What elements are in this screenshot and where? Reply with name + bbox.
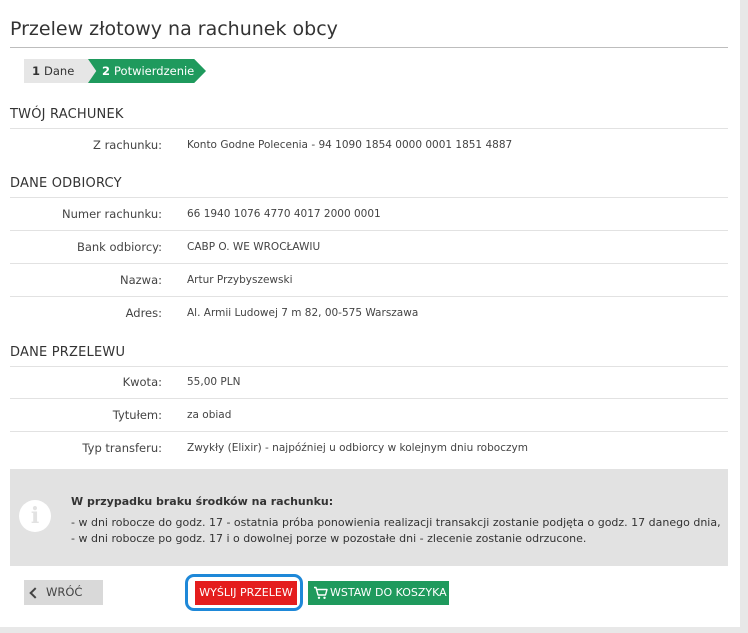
- step-number: 3: [220, 64, 229, 78]
- from-account-label: Z rachunku:: [93, 138, 162, 152]
- amount-label: Kwota:: [122, 375, 162, 389]
- back-button-label: WRÓĆ: [46, 585, 83, 599]
- title-divider: [10, 47, 728, 48]
- step-number: 2: [102, 64, 111, 78]
- recipient-name-value: Artur Przybyszewski: [187, 274, 293, 286]
- recipient-address-value: Al. Armii Ludowej 7 m 82, 00-575 Warszaw…: [187, 307, 419, 319]
- divider: [10, 197, 728, 198]
- cart-button-label: WSTAW DO KOSZYKA: [330, 586, 447, 599]
- info-line: - w dni robocze do godz. 17 - ostatnia p…: [71, 516, 721, 529]
- divider: [10, 230, 728, 231]
- from-account-value: Konto Godne Polecenia - 94 1090 1854 000…: [187, 139, 513, 151]
- title-value: za obiad: [187, 409, 232, 421]
- step-label: Dane: [44, 64, 75, 78]
- section-recipient: DANE ODBIORCY: [10, 176, 122, 191]
- title-label: Tytułem:: [112, 408, 162, 422]
- step-dane: 1 Dane: [24, 59, 96, 83]
- divider: [10, 398, 728, 399]
- recipient-bank-label: Bank odbiorcy:: [76, 240, 162, 254]
- recipient-bank-value: CABP O. WE WROCŁAWIU: [187, 241, 321, 253]
- cart-icon: [314, 586, 328, 599]
- info-title: W przypadku braku środków na rachunku:: [71, 495, 334, 508]
- divider: [10, 431, 728, 432]
- recipient-address-label: Adres:: [125, 306, 162, 320]
- transfer-confirmation-panel: Przelew złotowy na rachunek obcy 3 Koniec…: [0, 0, 740, 627]
- step-koniec: 3 Koniec: [202, 59, 293, 83]
- transfer-type-label: Typ transferu:: [82, 441, 162, 455]
- page-title: Przelew złotowy na rachunek obcy: [10, 18, 338, 40]
- amount-value: 55,00 PLN: [187, 376, 241, 388]
- send-button-label: WYŚLIJ PRZELEW: [199, 586, 293, 599]
- add-to-cart-button[interactable]: WSTAW DO KOSZYKA: [308, 581, 449, 605]
- back-button[interactable]: WRÓĆ: [24, 580, 103, 605]
- step-label: Potwierdzenie: [114, 64, 195, 78]
- divider: [10, 296, 728, 297]
- divider: [10, 263, 728, 264]
- recipient-name-label: Nazwa:: [119, 273, 162, 287]
- divider: [10, 128, 728, 129]
- section-transfer-details: DANE PRZELEWU: [10, 345, 126, 360]
- account-number-value: 66 1940 1076 4770 4017 2000 0001: [187, 208, 381, 220]
- step-potwierdzenie-active: 2 Potwierdzenie: [88, 59, 206, 83]
- step-label: Koniec: [232, 64, 270, 78]
- info-icon: i: [19, 500, 51, 532]
- divider: [10, 366, 728, 367]
- info-line: - w dni robocze po godz. 17 i o dowolnej…: [71, 532, 587, 545]
- section-your-account: TWÓJ RACHUNEK: [10, 107, 124, 122]
- insufficient-funds-info-box: i W przypadku braku środków na rachunku:…: [10, 469, 728, 566]
- account-number-label: Numer rachunku:: [62, 207, 162, 221]
- transfer-type-value: Zwykły (Elixir) - najpóźniej u odbiorcy …: [187, 442, 528, 454]
- step-number: 1: [32, 64, 41, 78]
- chevron-left-icon: [29, 587, 41, 599]
- send-transfer-button[interactable]: WYŚLIJ PRZELEW: [195, 581, 297, 605]
